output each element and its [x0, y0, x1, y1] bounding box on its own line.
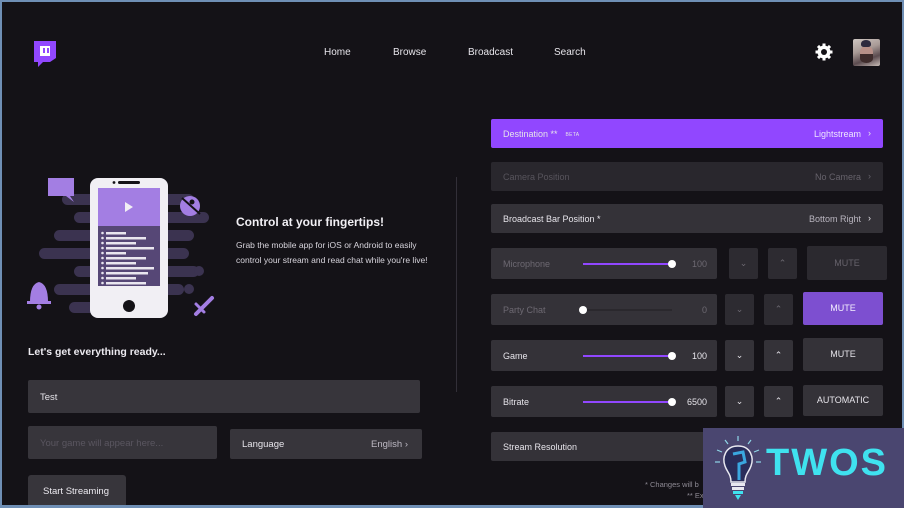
game-label: Game — [503, 351, 528, 361]
setup-heading: Let's get everything ready... — [28, 346, 166, 358]
destination-value: Lightstream — [813, 129, 861, 139]
nav-broadcast[interactable]: Broadcast — [468, 47, 513, 58]
satellite-icon — [180, 196, 201, 216]
promo-text: Grab the mobile app for iOS or Android t… — [236, 240, 428, 265]
chat-bubble-icon — [48, 178, 74, 202]
bitrate-decrease-button[interactable]: ⌄ — [725, 386, 754, 417]
game-input[interactable]: Your game will appear here... — [28, 426, 217, 459]
nav-home[interactable]: Home — [324, 47, 351, 58]
microphone-decrease-button[interactable]: ⌄ — [729, 248, 758, 279]
explanation-note: ** Ex — [687, 491, 704, 500]
bitrate-slider-row: Bitrate 6500 — [491, 386, 717, 417]
promo-title: Control at your fingertips! — [236, 215, 384, 229]
broadcast-bar-position-row[interactable]: Broadcast Bar Position * Bottom Right › — [491, 204, 883, 233]
camera-position-value: No Camera — [814, 172, 861, 182]
start-streaming-label: Start Streaming — [43, 486, 109, 497]
microphone-increase-button[interactable]: ⌃ — [768, 248, 797, 279]
phone-icon — [90, 178, 168, 318]
destination-row[interactable]: Destination ** BETA Lightstream › — [491, 119, 883, 148]
stream-title-value: Test — [40, 392, 58, 403]
party-chat-value: 0 — [701, 305, 707, 315]
party-chat-mute-button[interactable]: MUTE — [803, 292, 883, 325]
bell-icon — [27, 282, 51, 310]
game-increase-button[interactable]: ⌃ — [764, 340, 793, 371]
mobile-app-illustration — [27, 178, 214, 318]
party-chat-slider[interactable] — [579, 306, 672, 314]
game-slider-row: Game 100 — [491, 340, 717, 371]
twos-watermark: TWOS — [703, 428, 904, 508]
camera-position-label: Camera Position — [503, 172, 570, 182]
party-chat-slider-knob[interactable] — [579, 306, 587, 314]
microphone-mute-button[interactable]: MUTE — [807, 246, 887, 280]
bitrate-slider-fill — [583, 401, 672, 403]
broadcast-bar-label: Broadcast Bar Position * — [503, 214, 601, 224]
party-chat-slider-row: Party Chat 0 — [491, 294, 717, 325]
start-streaming-button[interactable]: Start Streaming — [28, 475, 126, 505]
microphone-label: Microphone — [503, 259, 551, 269]
twitch-logo-icon[interactable] — [32, 40, 58, 68]
stream-title-input[interactable]: Test — [28, 380, 420, 413]
microphone-slider-row: Microphone 100 — [491, 248, 717, 279]
lightbulb-icon — [715, 436, 761, 500]
gear-icon[interactable] — [815, 43, 833, 61]
changes-note: * Changes will b — [645, 480, 699, 489]
destination-label: Destination ** BETA — [503, 129, 579, 139]
party-chat-increase-button[interactable]: ⌃ — [764, 294, 793, 325]
bitrate-increase-button[interactable]: ⌃ — [764, 386, 793, 417]
nav-search[interactable]: Search — [554, 47, 586, 58]
destination-label-text: Destination ** — [503, 129, 558, 139]
microphone-slider[interactable] — [583, 260, 676, 268]
language-select[interactable]: Language English › — [230, 429, 422, 459]
microphone-slider-knob[interactable] — [668, 260, 676, 268]
bitrate-slider-knob[interactable] — [668, 398, 676, 406]
game-mute-button[interactable]: MUTE — [803, 338, 883, 371]
language-value-text: English — [371, 439, 403, 450]
avatar-beard — [860, 54, 873, 63]
chevron-right-icon: › — [868, 128, 871, 138]
game-slider[interactable] — [583, 352, 676, 360]
watermark-text: TWOS — [766, 442, 888, 484]
broadcast-bar-value: Bottom Right — [808, 214, 861, 224]
game-decrease-button[interactable]: ⌄ — [725, 340, 754, 371]
bitrate-automatic-button[interactable]: AUTOMATIC — [803, 385, 883, 416]
beta-badge: BETA — [565, 131, 580, 138]
camera-position-row[interactable]: Camera Position No Camera › — [491, 162, 883, 191]
bitrate-slider[interactable] — [583, 398, 676, 406]
game-value: 100 — [691, 351, 707, 361]
party-chat-label: Party Chat — [503, 305, 546, 315]
user-avatar[interactable] — [853, 39, 880, 66]
game-slider-fill — [583, 355, 672, 357]
bitrate-label: Bitrate — [503, 397, 530, 407]
stream-resolution-label: Stream Resolution — [503, 442, 578, 452]
game-slider-knob[interactable] — [668, 352, 676, 360]
nav-browse[interactable]: Browse — [393, 47, 426, 58]
language-label: Language — [242, 439, 285, 450]
microphone-slider-fill — [583, 263, 672, 265]
language-value: English › — [371, 439, 408, 450]
chevron-right-icon: › — [868, 213, 871, 223]
chevron-right-icon: › — [868, 171, 871, 181]
chevron-right-icon: › — [404, 439, 408, 450]
party-chat-decrease-button[interactable]: ⌄ — [725, 294, 754, 325]
sword-icon — [194, 296, 214, 316]
section-divider — [456, 177, 457, 392]
avatar-hair — [861, 40, 871, 47]
game-placeholder: Your game will appear here... — [40, 438, 164, 449]
bitrate-value: 6500 — [686, 397, 707, 407]
microphone-value: 100 — [691, 259, 707, 269]
